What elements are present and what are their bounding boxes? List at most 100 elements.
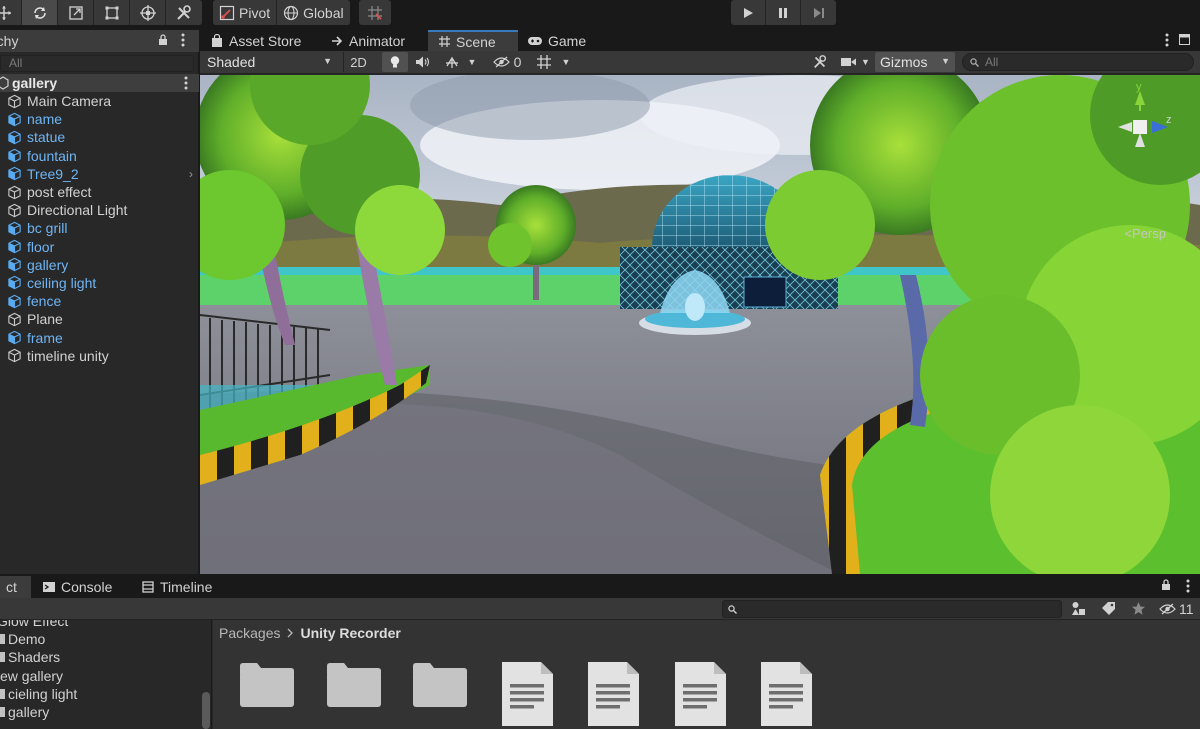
tab-asset-store[interactable]: Asset Store [200, 30, 311, 51]
camera-icon [841, 58, 857, 66]
breadcrumb-current[interactable]: Unity Recorder [300, 625, 400, 641]
hierarchy-item[interactable]: bc grill [0, 219, 199, 237]
hierarchy-item[interactable]: post effect [0, 183, 199, 201]
camera-dropdown[interactable]: ▼ [836, 52, 874, 72]
grid-dropdown[interactable]: ▼ [530, 52, 576, 72]
hierarchy-item[interactable]: ceiling light [0, 274, 199, 292]
axis-y-label: y [1136, 83, 1142, 93]
tab-project[interactable]: ct [0, 576, 31, 598]
hidden-objects-toggle[interactable]: 0 [489, 52, 525, 72]
folder-asset[interactable] [239, 660, 295, 729]
panel-menu-icon[interactable] [1179, 33, 1190, 48]
hierarchy-item[interactable]: fence [0, 292, 199, 310]
document-asset[interactable] [758, 660, 814, 729]
document-icon [761, 662, 812, 726]
global-toggle[interactable]: Global [277, 0, 350, 25]
effects-dropdown[interactable]: ▼ [440, 52, 480, 72]
scene-viewport[interactable]: y z <Persp [200, 75, 1200, 574]
folder-tree-scrollbar[interactable] [202, 692, 210, 729]
rect-tool-button[interactable] [94, 0, 130, 25]
project-search-input[interactable] [722, 600, 1062, 618]
grid-chevron-icon: ▼ [561, 57, 571, 67]
tab-game[interactable]: Game [517, 30, 596, 51]
scale-tool-button[interactable] [58, 0, 94, 25]
pivot-label: Pivot [239, 4, 271, 21]
pause-icon [779, 7, 787, 18]
snap-settings [359, 0, 391, 25]
hierarchy-search-input[interactable]: All [0, 55, 194, 72]
prefab-cube-icon [8, 258, 21, 272]
scene-tools-button[interactable] [806, 52, 834, 72]
scene-header[interactable]: gallery [0, 74, 199, 92]
move-tool-button[interactable] [0, 0, 22, 25]
lock-icon[interactable] [1160, 579, 1172, 594]
hierarchy-tab[interactable]: rchy [0, 30, 199, 52]
hierarchy-item[interactable]: Plane [0, 310, 199, 328]
grid-snap-button[interactable] [359, 0, 391, 25]
main-toolbar: Pivot Global [0, 0, 1200, 26]
prefab-cube-icon [8, 239, 21, 254]
scene-search-input[interactable]: All [962, 53, 1194, 71]
favorites-star-icon[interactable] [1131, 601, 1146, 619]
eye-slash-icon [1159, 603, 1176, 615]
shading-mode-dropdown[interactable]: Shaded ▼ [202, 52, 337, 72]
hierarchy-item[interactable]: frame [0, 328, 199, 346]
play-button[interactable] [731, 0, 766, 25]
hierarchy-item[interactable]: Directional Light [0, 201, 199, 219]
hierarchy-item[interactable]: Main Camera [0, 92, 199, 110]
pivot-toggle[interactable]: Pivot [213, 0, 278, 25]
2d-toggle-button[interactable]: 2D [343, 52, 373, 72]
audio-toggle[interactable] [410, 52, 436, 72]
tab-console[interactable]: Console [34, 576, 120, 598]
hierarchy-item[interactable]: gallery [0, 256, 199, 274]
hierarchy-item[interactable]: name [0, 110, 199, 128]
gizmos-dropdown[interactable]: Gizmos ▼ [875, 52, 955, 72]
folder-label: gallery [8, 704, 50, 721]
document-asset[interactable] [499, 660, 555, 729]
tab-scene[interactable]: Scene [428, 30, 518, 51]
tab-animator[interactable]: Animator [320, 30, 415, 51]
hierarchy-item[interactable]: fountain [0, 147, 199, 165]
lock-icon[interactable] [159, 33, 169, 49]
search-icon [970, 58, 979, 67]
handle-settings: Pivot Global [213, 0, 350, 25]
maximize-icon[interactable] [1165, 33, 1169, 50]
custom-tools-button[interactable] [166, 0, 202, 25]
step-button[interactable] [801, 0, 836, 25]
filter-by-label-icon[interactable] [1101, 601, 1116, 619]
document-asset[interactable] [672, 660, 728, 729]
grid-icon [536, 55, 551, 69]
breadcrumb: Packages Unity Recorder [219, 625, 401, 641]
panel-menu-icon[interactable] [1186, 579, 1190, 596]
search-icon [728, 605, 737, 614]
gameobject-cube-icon [8, 348, 21, 363]
rotate-tool-button[interactable] [22, 0, 58, 25]
breadcrumb-packages[interactable]: Packages [219, 625, 280, 641]
hierarchy-item[interactable]: timeline unity [0, 347, 199, 365]
filter-by-type-icon[interactable] [1071, 601, 1086, 619]
folder-item-shaders[interactable]: Shaders [0, 648, 211, 666]
folder-asset[interactable] [326, 660, 382, 729]
lighting-toggle[interactable] [382, 52, 408, 72]
scene-tabbar: Asset Store Animator Scene Game [200, 28, 1200, 51]
pause-button[interactable] [766, 0, 801, 25]
hierarchy-item[interactable]: floor [0, 238, 199, 256]
document-icon [501, 662, 553, 726]
projection-toggle[interactable]: <Persp [1124, 226, 1166, 241]
hidden-packages-toggle[interactable]: 11 [1159, 601, 1194, 617]
document-asset[interactable] [585, 660, 641, 729]
folder-asset[interactable] [412, 660, 468, 729]
orientation-gizmo[interactable]: y z [1110, 83, 1180, 173]
folder-item-demo[interactable]: Demo [0, 630, 211, 648]
folder-item-gallery[interactable]: gallery [0, 703, 211, 721]
prefab-cube-icon [8, 221, 21, 236]
folder-item-cieling-light[interactable]: cieling light [0, 685, 211, 703]
hierarchy-item[interactable]: Tree9_2 › [0, 165, 199, 183]
folder-item-glow-effect[interactable]: Glow Effect [0, 620, 211, 630]
transform-tool-button[interactable] [130, 0, 166, 25]
tab-timeline[interactable]: Timeline [133, 576, 220, 598]
folder-label: Glow Effect [0, 620, 69, 630]
hierarchy-item[interactable]: statue [0, 128, 199, 146]
expand-arrow-icon[interactable]: › [189, 167, 193, 181]
folder-item-new-gallery[interactable]: ew gallery [0, 667, 211, 685]
